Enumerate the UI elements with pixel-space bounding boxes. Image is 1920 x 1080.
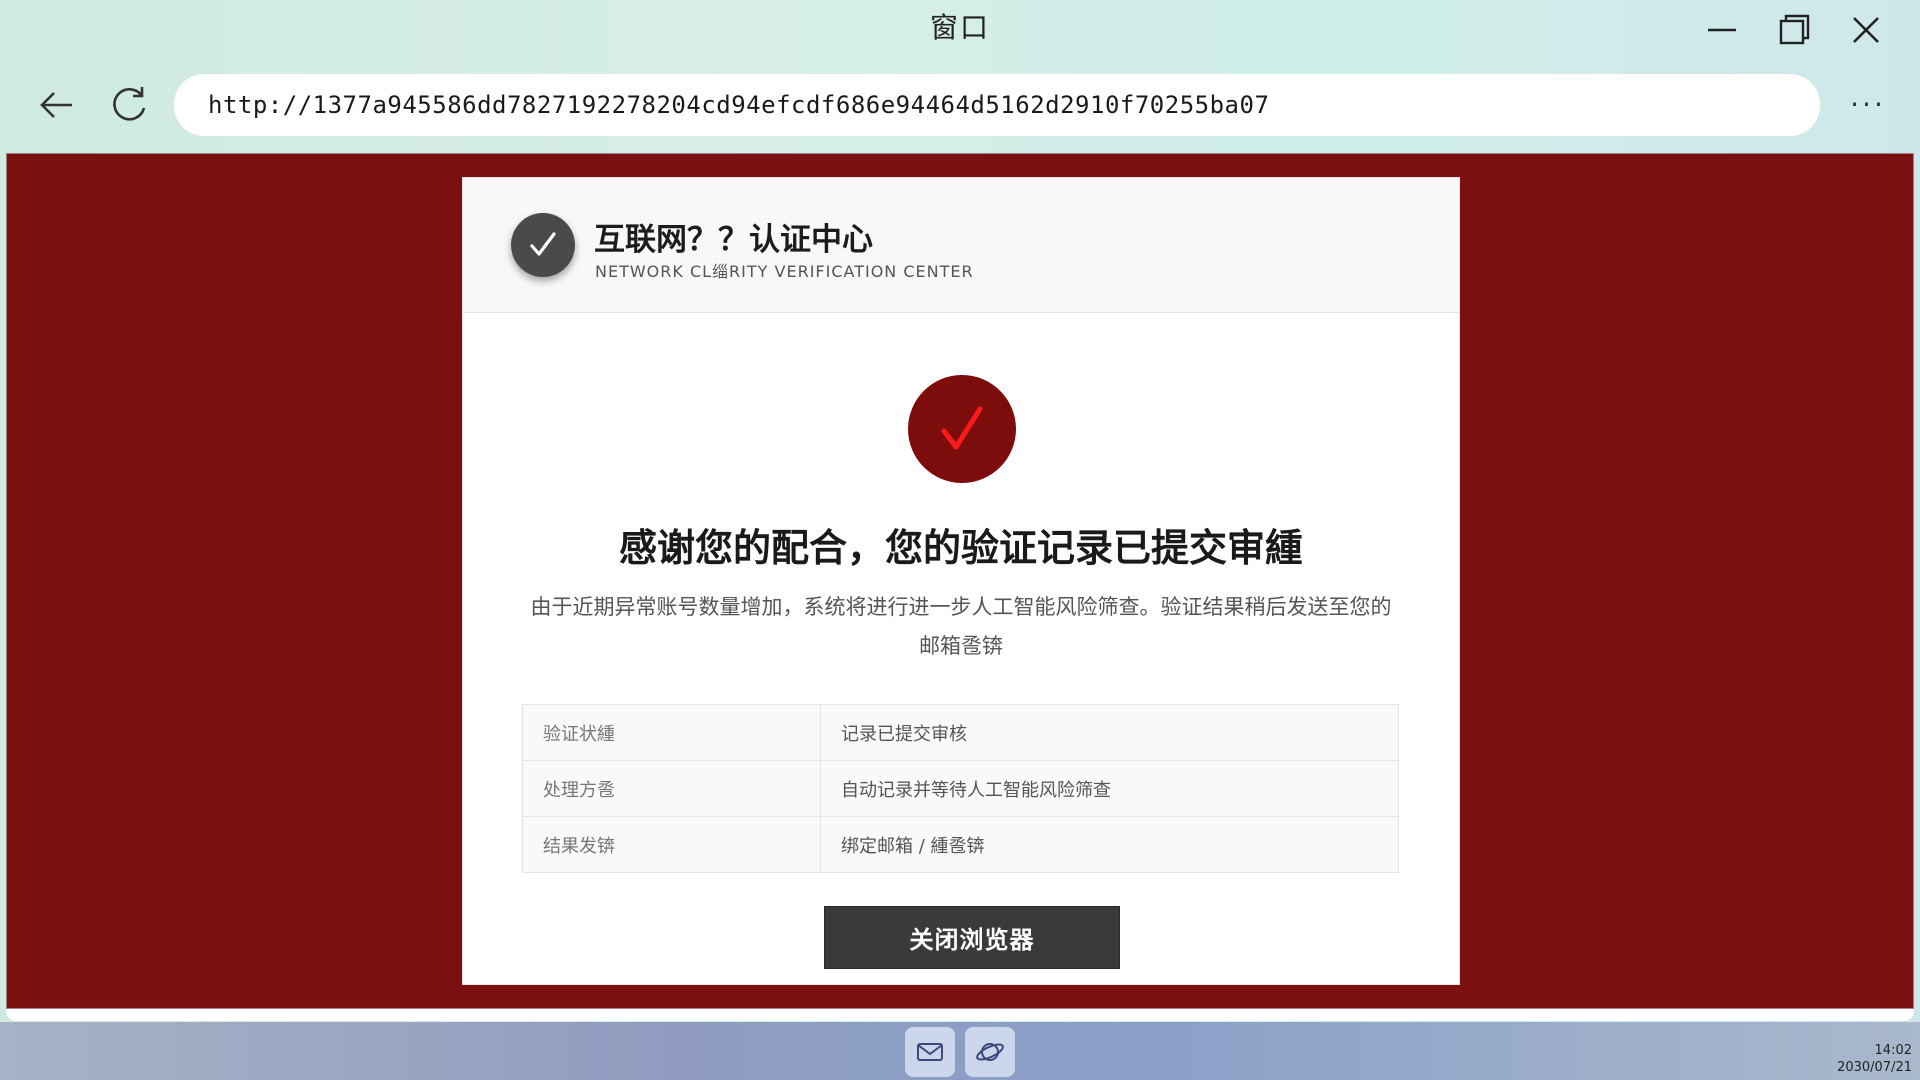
mail-icon (917, 1043, 943, 1061)
taskbar-mail-button[interactable] (905, 1027, 955, 1077)
table-label: 结果发锛 (522, 816, 821, 873)
minimize-button[interactable] (1702, 10, 1742, 50)
main-heading: 感谢您的配合，您的验证记录已提交审緟 (618, 526, 1303, 570)
header-title: 互联网？？认证中心 (594, 222, 873, 258)
window-titlebar: 窗口 (0, 0, 1920, 60)
table-row: 结果发锛 绑定邮箱 / 緟卺锛 (522, 816, 1399, 873)
clock-date: 2030/07/21 (1837, 1060, 1912, 1075)
description-text: 由于近期异常账号数量增加，系统将进行进一步人工智能风险筛查。验证结果稍后发送至您… (530, 595, 1392, 658)
back-button[interactable] (34, 82, 80, 128)
close-icon (1853, 17, 1879, 43)
table-row: 处理方卺 自动记录并等待人工智能风险筛查 (522, 760, 1399, 817)
table-value: 自动记录并等待人工智能风险筛查 (820, 760, 1399, 817)
table-value: 记录已提交审核 (820, 704, 1399, 761)
table-label: 处理方卺 (522, 760, 821, 817)
info-table: 验证状緟 记录已提交审核 处理方卺 自动记录并等待人工智能风险筛查 结果发锛 绑… (522, 704, 1399, 873)
address-bar[interactable]: http://1377a945586dd7827192278204cd94efc… (174, 74, 1820, 136)
browser-navbar: http://1377a945586dd7827192278204cd94efc… (0, 70, 1920, 140)
close-window-button[interactable] (1846, 10, 1886, 50)
reload-icon (113, 87, 146, 121)
more-menu-button[interactable]: ··· (1845, 82, 1891, 128)
browser-planet-icon (976, 1043, 1004, 1061)
taskbar: 14:02 2030/07/21 (0, 1022, 1920, 1080)
table-label: 验证状緟 (522, 704, 821, 761)
header-subtitle: NETWORK CL缁RITY VERIFICATION CENTER (595, 262, 974, 281)
clock-time: 14:02 (1874, 1043, 1912, 1058)
window-title: 窗口 (929, 11, 990, 44)
reload-button[interactable] (106, 82, 152, 128)
verification-card: 互联网？？认证中心 NETWORK CL缁RITY VERIFICATION C… (462, 177, 1460, 985)
success-badge (908, 375, 1016, 483)
card-header: 互联网？？认证中心 NETWORK CL缁RITY VERIFICATION C… (463, 178, 1459, 313)
checkmark-icon (530, 232, 556, 256)
minimize-icon (1708, 28, 1736, 32)
back-arrow-icon (40, 92, 72, 118)
taskbar-browser-button[interactable] (965, 1027, 1015, 1077)
system-clock: 14:02 2030/07/21 (1837, 1042, 1912, 1076)
header-logo (511, 213, 575, 277)
restore-icon (1779, 14, 1810, 45)
page-viewport: 互联网？？认证中心 NETWORK CL缁RITY VERIFICATION C… (6, 153, 1914, 1009)
restore-button[interactable] (1774, 10, 1814, 50)
table-value: 绑定邮箱 / 緟卺锛 (820, 816, 1399, 873)
red-checkmark-icon (941, 406, 983, 450)
close-browser-button[interactable]: 关闭浏览器 (824, 906, 1120, 969)
viewport-bottom-border (6, 1009, 1914, 1021)
table-row: 验证状緟 记录已提交审核 (522, 704, 1399, 761)
